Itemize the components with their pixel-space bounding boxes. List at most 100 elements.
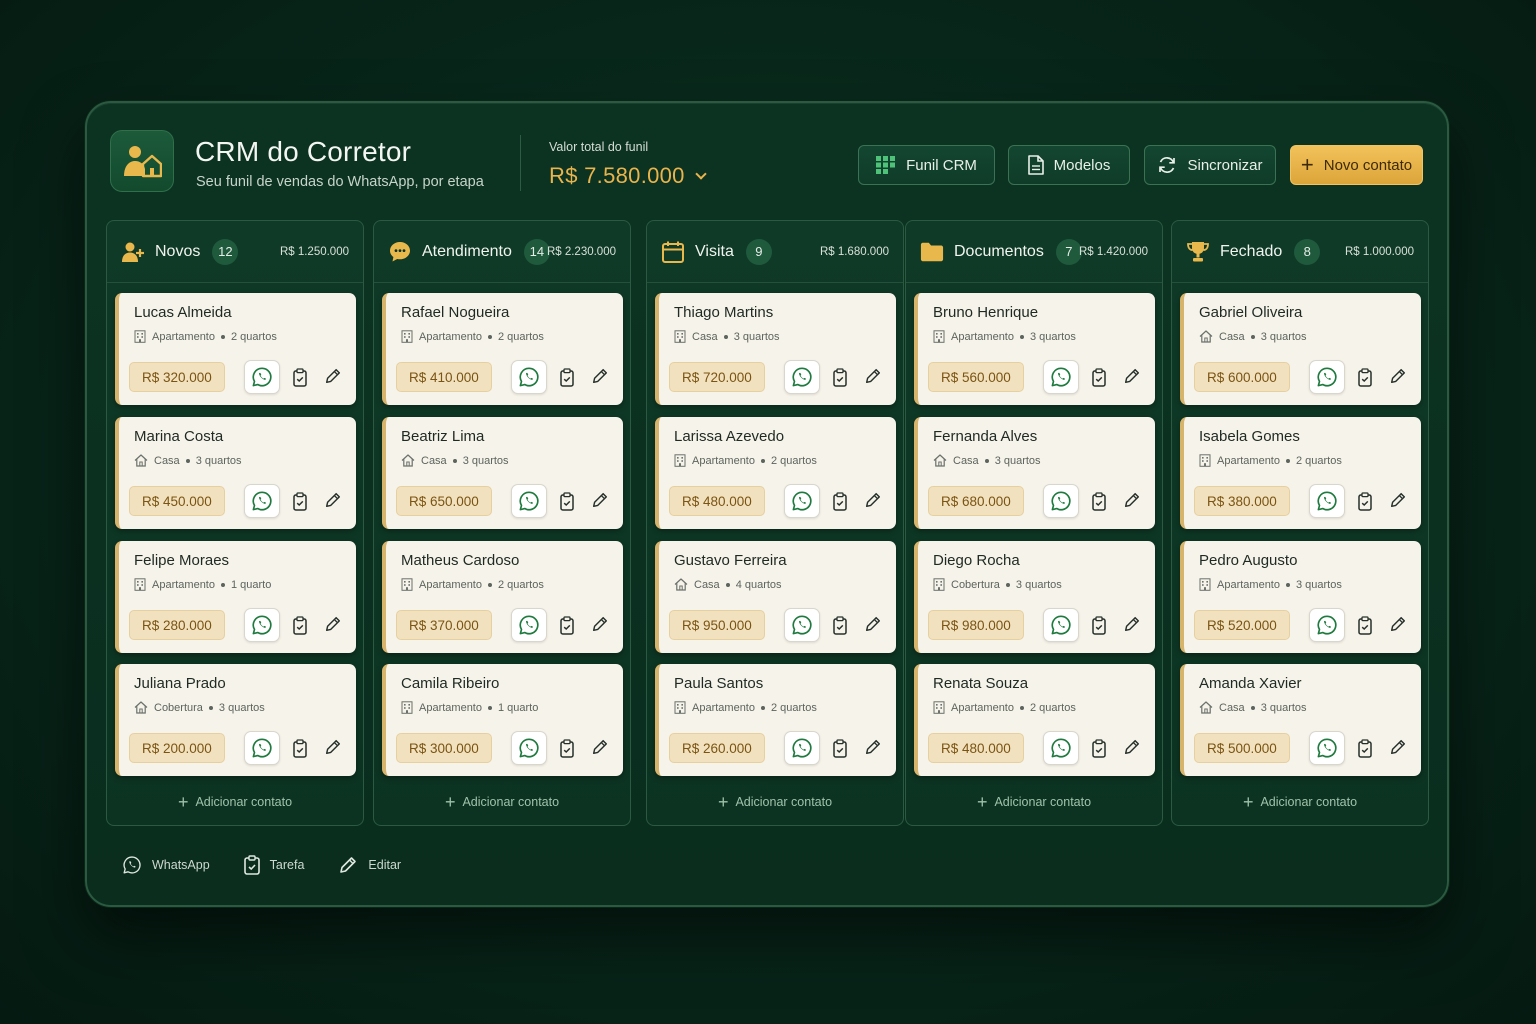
whatsapp-button[interactable] [1043,731,1079,765]
edit-button[interactable] [862,736,884,758]
whatsapp-button[interactable] [1043,484,1079,518]
contact-card[interactable]: Lucas Almeida Apartamento 2 quartos R$ 320.… [115,293,356,405]
task-button[interactable] [291,613,309,637]
property-rooms: 2 quartos [497,578,544,591]
edit-button[interactable] [1387,489,1409,511]
contact-card[interactable]: Fernanda Alves Casa 3 quartos R$ 680.000 [914,417,1155,529]
task-button[interactable] [558,736,576,760]
whatsapp-button[interactable] [1309,484,1345,518]
edit-button[interactable] [862,613,884,635]
whatsapp-button[interactable] [511,731,547,765]
task-button[interactable] [831,365,849,389]
edit-button[interactable] [322,736,344,758]
contact-card[interactable]: Diego Rocha Cobertura 3 quartos R$ 980.000 [914,541,1155,653]
task-button[interactable] [831,736,849,760]
task-button[interactable] [291,489,309,513]
whatsapp-button[interactable] [784,731,820,765]
whatsapp-button[interactable] [244,484,280,518]
whatsapp-button[interactable] [511,360,547,394]
property-info: Apartamento 2 quartos [933,701,1076,714]
task-button[interactable] [1090,489,1108,513]
contact-card[interactable]: Amanda Xavier Casa 3 quartos R$ 500.000 [1180,664,1421,776]
edit-button[interactable] [1121,613,1143,635]
add-contact-button[interactable]: + Adicionar contato [906,793,1162,811]
contact-card[interactable]: Isabela Gomes Apartamento 2 quartos R$ 380.… [1180,417,1421,529]
novo-contato-button[interactable]: + Novo contato [1290,145,1423,185]
contact-card[interactable]: Pedro Augusto Apartamento 3 quartos R$ 520.… [1180,541,1421,653]
edit-button[interactable] [1121,489,1143,511]
whatsapp-button[interactable] [244,360,280,394]
whatsapp-button[interactable] [1309,608,1345,642]
whatsapp-button[interactable] [1309,731,1345,765]
edit-button[interactable] [589,489,611,511]
whatsapp-button[interactable] [244,731,280,765]
task-button[interactable] [558,489,576,513]
task-button[interactable] [558,365,576,389]
contact-card[interactable]: Juliana Prado Cobertura 3 quartos R$ 200.00… [115,664,356,776]
task-button[interactable] [291,736,309,760]
edit-button[interactable] [589,365,611,387]
edit-button[interactable] [322,613,344,635]
edit-button[interactable] [589,736,611,758]
add-contact-button[interactable]: + Adicionar contato [1172,793,1428,811]
contact-card[interactable]: Felipe Moraes Apartamento 1 quarto R$ 280.0… [115,541,356,653]
task-button[interactable] [1090,613,1108,637]
add-contact-button[interactable]: + Adicionar contato [647,793,903,811]
task-button[interactable] [1356,736,1374,760]
task-button[interactable] [1090,365,1108,389]
task-button[interactable] [831,613,849,637]
whatsapp-button[interactable] [511,484,547,518]
contact-card[interactable]: Thiago Martins Casa 3 quartos R$ 720.000 [655,293,896,405]
contact-card[interactable]: Marina Costa Casa 3 quartos R$ 450.000 [115,417,356,529]
whatsapp-button[interactable] [784,608,820,642]
edit-button[interactable] [322,365,344,387]
whatsapp-button[interactable] [244,608,280,642]
contact-card[interactable]: Beatriz Lima Casa 3 quartos R$ 650.000 [382,417,623,529]
edit-button[interactable] [1121,365,1143,387]
contact-card[interactable]: Matheus Cardoso Apartamento 2 quartos R$ 37… [382,541,623,653]
sincronizar-button[interactable]: Sincronizar [1144,145,1276,185]
funnel-total-dropdown[interactable]: R$ 7.580.000 [549,163,707,189]
task-button[interactable] [1356,365,1374,389]
legend-editar: Editar [338,855,401,875]
edit-button[interactable] [589,613,611,635]
whatsapp-button[interactable] [1309,360,1345,394]
column-total-value: R$ 1.420.000 [1078,245,1148,258]
whatsapp-button[interactable] [511,608,547,642]
task-button[interactable] [1356,613,1374,637]
property-rooms: 3 quartos [1015,578,1062,591]
whatsapp-button[interactable] [784,484,820,518]
contact-card[interactable]: Paula Santos Apartamento 2 quartos R$ 260.0… [655,664,896,776]
add-contact-button[interactable]: + Adicionar contato [107,793,363,811]
contact-card[interactable]: Larissa Azevedo Apartamento 2 quartos R$ 48… [655,417,896,529]
edit-button[interactable] [1387,736,1409,758]
price-badge: R$ 380.000 [1194,486,1290,516]
contact-card[interactable]: Gabriel Oliveira Casa 3 quartos R$ 600.000 [1180,293,1421,405]
contact-card[interactable]: Gustavo Ferreira Casa 4 quartos R$ 950.000 [655,541,896,653]
whatsapp-button[interactable] [1043,608,1079,642]
add-contact-button[interactable]: + Adicionar contato [374,793,630,811]
plus-icon: + [717,792,729,812]
edit-button[interactable] [1121,736,1143,758]
whatsapp-button[interactable] [1043,360,1079,394]
task-button[interactable] [1356,489,1374,513]
edit-button[interactable] [862,365,884,387]
funil-crm-button[interactable]: Funil CRM [858,145,995,185]
task-button[interactable] [558,613,576,637]
whatsapp-button[interactable] [784,360,820,394]
modelos-button[interactable]: Modelos [1008,145,1130,185]
contact-card[interactable]: Bruno Henrique Apartamento 3 quartos R$ 560… [914,293,1155,405]
chat-icon [388,240,412,264]
clipboard-check-icon [243,855,260,875]
task-button[interactable] [1090,736,1108,760]
property-type: Cobertura [951,578,1000,591]
edit-button[interactable] [1387,613,1409,635]
task-button[interactable] [291,365,309,389]
edit-button[interactable] [1387,365,1409,387]
edit-button[interactable] [322,489,344,511]
edit-button[interactable] [862,489,884,511]
contact-card[interactable]: Camila Ribeiro Apartamento 1 quarto R$ 300.… [382,664,623,776]
contact-card[interactable]: Rafael Nogueira Apartamento 2 quartos R$ 41… [382,293,623,405]
contact-card[interactable]: Renata Souza Apartamento 2 quartos R$ 480.0… [914,664,1155,776]
task-button[interactable] [831,489,849,513]
